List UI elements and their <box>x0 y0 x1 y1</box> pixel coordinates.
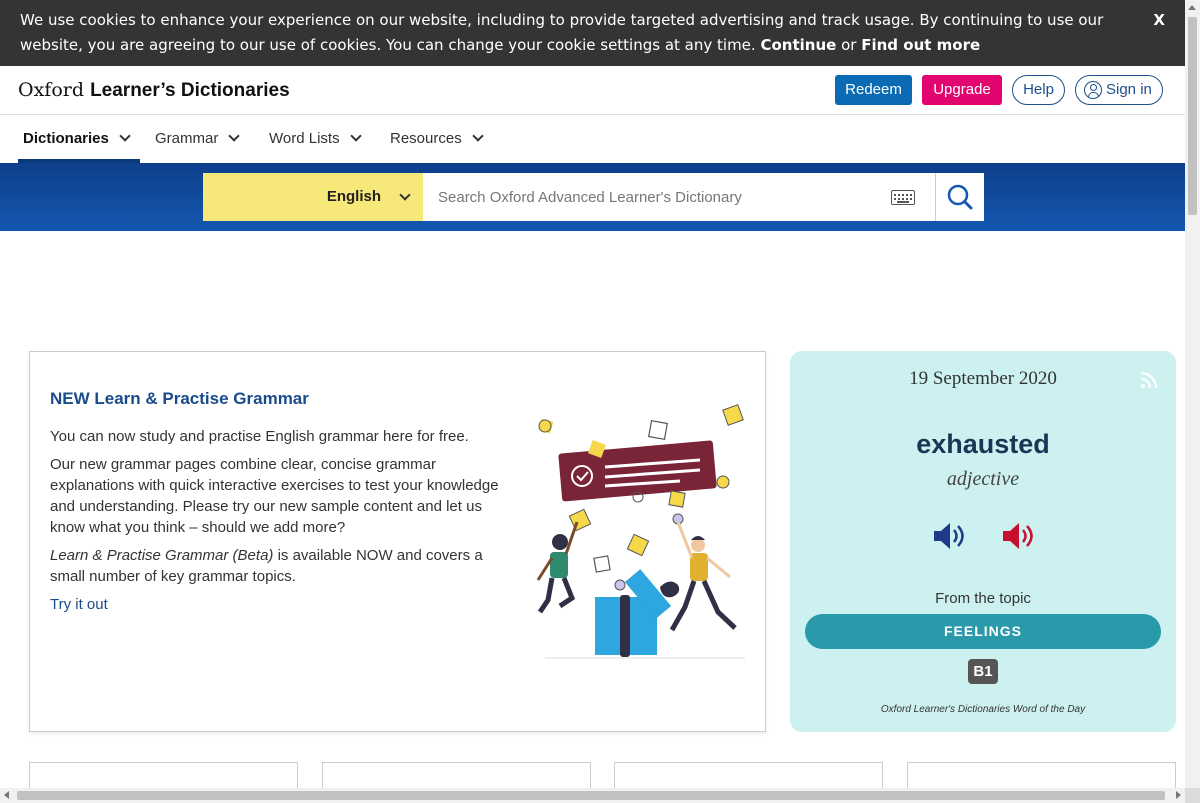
uk-pronunciation-speaker-icon[interactable] <box>931 519 965 553</box>
nav-item-word-lists[interactable]: Word Lists <box>269 115 362 163</box>
main-nav: Dictionaries Grammar Word Lists Resource… <box>0 115 1185 163</box>
word-part-of-speech: adjective <box>946 468 1020 490</box>
chevron-down-icon <box>119 130 131 142</box>
nav-item-label: Dictionaries <box>23 130 109 147</box>
nav-item-label: Resources <box>390 130 462 147</box>
search-button[interactable] <box>935 173 984 221</box>
vertical-scrollbar-thumb[interactable] <box>1188 17 1197 215</box>
word-of-the-day-date: 19 September 2020 <box>909 368 1057 389</box>
grammar-card-paragraph: Learn & Practise Grammar (Beta) is avail… <box>50 545 505 587</box>
sign-in-button[interactable]: Sign in <box>1075 75 1163 105</box>
chevron-down-icon <box>349 130 362 142</box>
redeem-button[interactable]: Redeem <box>835 75 912 105</box>
word-of-the-day-card: 19 September 2020 exhausted adjective Fr… <box>790 351 1176 732</box>
grammar-card-title[interactable]: NEW Learn & Practise Grammar <box>50 389 309 409</box>
sign-in-label: Sign in <box>1106 81 1152 98</box>
logo-oxford: Oxford <box>18 79 85 101</box>
grammar-illustration <box>536 404 745 659</box>
language-select[interactable]: English <box>203 173 423 221</box>
user-icon <box>1084 81 1102 99</box>
word-of-the-day-footer: Oxford Learner's Dictionaries Word of th… <box>880 704 1086 715</box>
grammar-card-paragraph: Our new grammar pages combine clear, con… <box>50 456 499 536</box>
word-of-the-day-word[interactable]: exhausted <box>790 429 1176 460</box>
nav-item-grammar[interactable]: Grammar <box>155 115 241 163</box>
grammar-promo-card: NEW Learn & Practise Grammar You can now… <box>29 351 766 732</box>
horizontal-scrollbar-thumb[interactable] <box>17 791 1165 800</box>
horizontal-scrollbar[interactable] <box>0 788 1185 803</box>
cookie-close-button[interactable]: X <box>1153 8 1165 33</box>
scroll-right-arrow-icon[interactable] <box>1176 791 1181 799</box>
grammar-product-name: Learn & Practise Grammar (Beta) <box>50 547 274 564</box>
cefr-level-badge: B1 <box>968 659 998 684</box>
site-header: Oxford Learner’s Dictionaries Redeem Upg… <box>0 66 1185 115</box>
logo-learners-dictionaries: Learner’s Dictionaries <box>90 80 290 101</box>
chevron-down-icon <box>472 130 484 142</box>
help-button[interactable]: Help <box>1012 75 1065 105</box>
keyboard-icon[interactable] <box>891 190 915 205</box>
cookie-find-out-more-link[interactable]: Find out more <box>861 36 980 54</box>
rss-icon[interactable] <box>1140 371 1158 389</box>
try-it-out-link[interactable]: Try it out <box>50 596 108 613</box>
cookie-banner: We use cookies to enhance your experienc… <box>0 0 1185 66</box>
nav-item-label: Word Lists <box>269 130 340 147</box>
upgrade-button[interactable]: Upgrade <box>922 75 1002 105</box>
scrollbar-corner <box>1185 788 1200 803</box>
from-the-topic-label: From the topic <box>935 590 1031 607</box>
chevron-down-icon <box>228 130 241 142</box>
nav-item-resources[interactable]: Resources <box>390 115 484 163</box>
nav-item-dictionaries[interactable]: Dictionaries <box>18 115 140 163</box>
cookie-or-text: or <box>841 36 857 54</box>
scroll-left-arrow-icon[interactable] <box>4 791 9 799</box>
topic-button[interactable]: FEELINGS <box>805 614 1161 649</box>
vertical-scrollbar[interactable] <box>1185 0 1200 788</box>
chevron-down-icon <box>399 189 411 201</box>
scroll-up-arrow-icon[interactable] <box>1188 5 1196 10</box>
us-pronunciation-speaker-icon[interactable] <box>1000 519 1034 553</box>
grammar-card-paragraph: You can now study and practise English g… <box>50 428 469 445</box>
cookie-continue-link[interactable]: Continue <box>760 36 836 54</box>
search-icon <box>947 184 973 210</box>
search-band: English <box>0 163 1185 231</box>
nav-item-label: Grammar <box>155 130 219 147</box>
language-select-value: English <box>326 188 381 205</box>
search-input[interactable] <box>423 173 935 221</box>
site-logo[interactable]: Oxford Learner’s Dictionaries <box>18 79 290 102</box>
